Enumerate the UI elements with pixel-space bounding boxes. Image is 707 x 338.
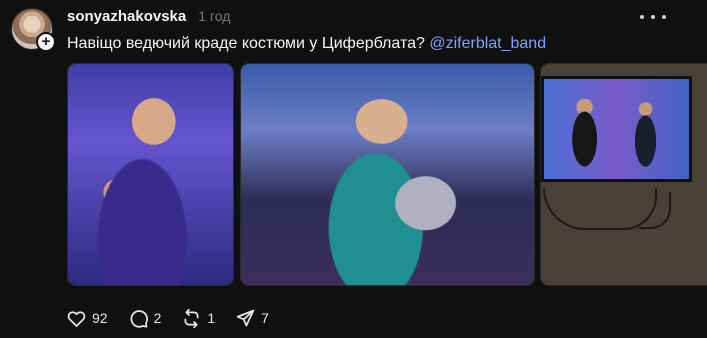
timestamp[interactable]: 1 год (198, 8, 230, 24)
action-bar: 92 2 1 7 (66, 307, 289, 329)
post-body: Навіщо ведючий краде костюми у Циферблат… (67, 35, 425, 52)
repost-button[interactable]: 1 (181, 308, 215, 329)
reply-count: 2 (153, 310, 162, 326)
post-header: sonyazhakovska 1 год (67, 8, 230, 28)
heart-icon (67, 310, 86, 327)
send-icon (236, 309, 255, 326)
reply-button[interactable]: 2 (128, 308, 162, 329)
like-count: 92 (92, 310, 108, 326)
username[interactable]: sonyazhakovska (67, 8, 186, 25)
mention-link[interactable]: @ziferblat_band (429, 35, 546, 52)
photo-host-purple-suit[interactable] (67, 63, 234, 286)
share-count: 7 (261, 310, 269, 326)
repost-icon (184, 308, 199, 328)
follow-plus-icon[interactable]: + (36, 32, 56, 52)
like-button[interactable]: 92 (66, 308, 108, 329)
avatar-container[interactable]: + (11, 8, 56, 52)
tv-cable-2 (639, 192, 671, 229)
share-button[interactable]: 7 (235, 308, 269, 329)
photo-tv-screen[interactable] (540, 63, 707, 286)
tv-screen (544, 79, 689, 179)
post-text: Навіщо ведючий краде костюми у Циферблат… (67, 34, 546, 54)
tv-frame (541, 76, 692, 182)
comment-icon (130, 309, 148, 328)
repost-count: 1 (207, 310, 216, 326)
photo-guitarist-teal-suit[interactable] (240, 63, 535, 286)
more-options-icon[interactable] (640, 10, 666, 24)
